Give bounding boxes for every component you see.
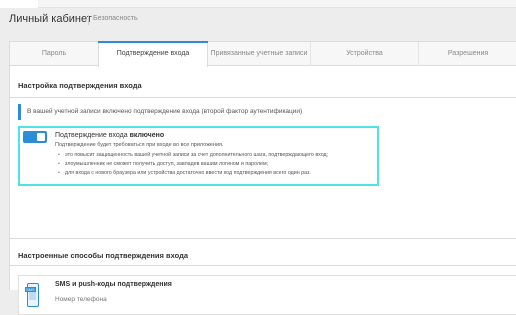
section-divider [10,265,516,266]
info-notice: В вашей учетной записи включено подтверж… [18,104,508,120]
page-header: Личный кабинет Безопасность [0,8,516,32]
toggle-title-prefix: Подтверждение входа [55,132,128,139]
section-divider [10,97,516,98]
page-title: Личный кабинет [9,13,92,25]
method-subtitle: Номер телефона [55,296,107,303]
toggle-knob [37,133,45,141]
security-panel: Пароль Подтверждение входа Привязанные у… [9,41,516,315]
breadcrumb[interactable]: Безопасность [93,15,138,22]
header-separator [88,15,89,25]
method-sms-push[interactable]: SMS SMS и push-коды подтверждения Номер … [18,275,516,315]
login-confirmation-toggle[interactable] [23,131,47,143]
section-divider [10,238,516,239]
login-confirmation-heading: Настройка подтверждения входа [18,81,142,90]
tab-password[interactable]: Пароль [10,42,98,66]
list-item: злоумышленник не сможет получить доступ,… [55,160,328,169]
list-item: для входа с нового браузера или устройст… [55,169,328,178]
top-bar [0,0,516,8]
toggle-description: Подтверждение будет требоваться при вход… [55,142,224,148]
list-item: это повысит защищенность вашей учетной з… [55,151,328,160]
benefits-list: это повысит защищенность вашей учетной з… [55,151,328,178]
tab-permissions[interactable]: Разрешения [419,42,516,66]
methods-heading: Настроенные способы подтверждения входа [18,251,189,260]
phone-sms-icon: SMS [25,283,39,307]
tab-login-confirmation[interactable]: Подтверждение входа [98,41,208,67]
method-title: SMS и push-коды подтверждения [55,281,172,288]
login-confirmation-setting: Подтверждение входа включено Подтвержден… [18,126,379,186]
toggle-title: Подтверждение входа включено [55,132,164,139]
toggle-status: включено [129,132,165,139]
tab-bar: Пароль Подтверждение входа Привязанные у… [10,41,516,67]
tab-linked-accounts[interactable]: Привязанные учетные записи [208,42,311,66]
top-bar-logo-area [0,0,38,8]
tab-devices[interactable]: Устройства [311,42,419,66]
